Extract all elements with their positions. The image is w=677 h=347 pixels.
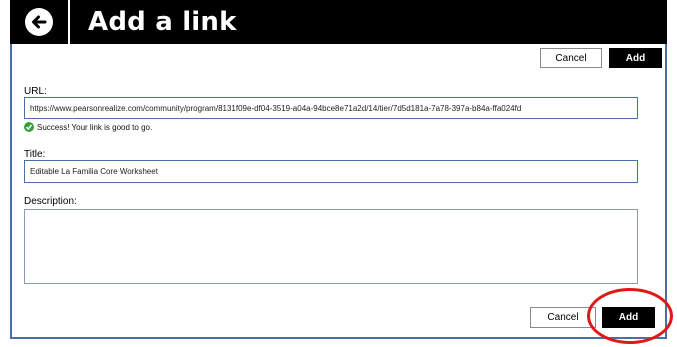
description-label: Description:: [24, 196, 77, 207]
add-link-form: [10, 44, 667, 339]
add-button-top[interactable]: Add: [609, 48, 662, 68]
url-input[interactable]: https://www.pearsonrealize.com/community…: [24, 97, 638, 119]
success-check-icon: [24, 122, 34, 132]
page-header: Add a link: [10, 0, 667, 44]
title-input[interactable]: Editable La Familia Core Worksheet: [24, 160, 638, 183]
url-validation-message: Success! Your link is good to go.: [24, 122, 152, 132]
description-textarea[interactable]: [24, 209, 638, 284]
highlight-circle-annotation: [587, 288, 673, 344]
title-label: Title:: [24, 149, 46, 160]
back-button[interactable]: [10, 0, 70, 44]
page-title: Add a link: [88, 7, 237, 37]
cancel-button-top[interactable]: Cancel: [540, 48, 602, 68]
success-text: Success! Your link is good to go.: [37, 122, 153, 132]
arrow-left-icon: [25, 8, 53, 36]
url-label: URL:: [24, 86, 47, 97]
